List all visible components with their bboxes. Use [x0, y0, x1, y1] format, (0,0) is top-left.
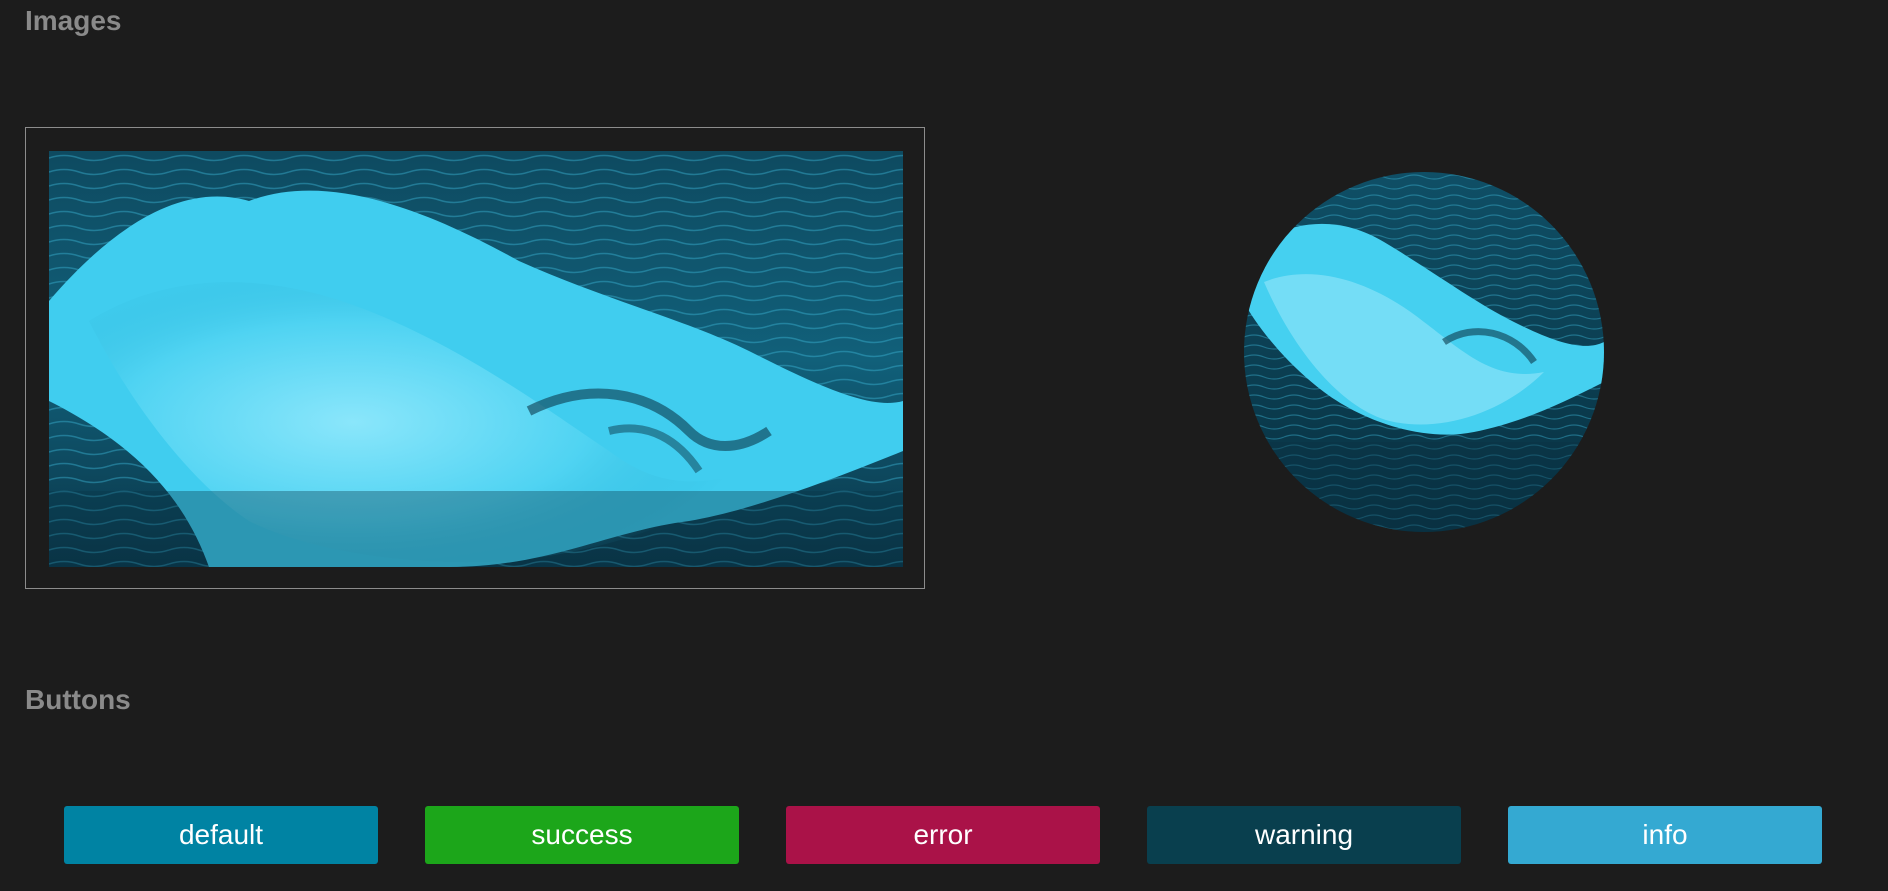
page: Images Buttons default success error war…	[0, 0, 1888, 891]
wave-image-circular	[1244, 172, 1604, 532]
info-button[interactable]: info	[1508, 806, 1822, 864]
buttons-row: default success error warning info	[0, 806, 1888, 864]
buttons-section-title: Buttons	[25, 684, 131, 715]
wave-image-circle-graphic	[1244, 172, 1604, 532]
wave-image-rect-graphic	[49, 151, 903, 567]
default-button[interactable]: default	[64, 806, 378, 864]
wave-image-rectangular	[49, 151, 903, 567]
error-button[interactable]: error	[786, 806, 1100, 864]
warning-button[interactable]: warning	[1147, 806, 1461, 864]
bordered-image-frame	[25, 127, 925, 589]
images-section-title: Images	[25, 5, 122, 36]
success-button[interactable]: success	[425, 806, 739, 864]
